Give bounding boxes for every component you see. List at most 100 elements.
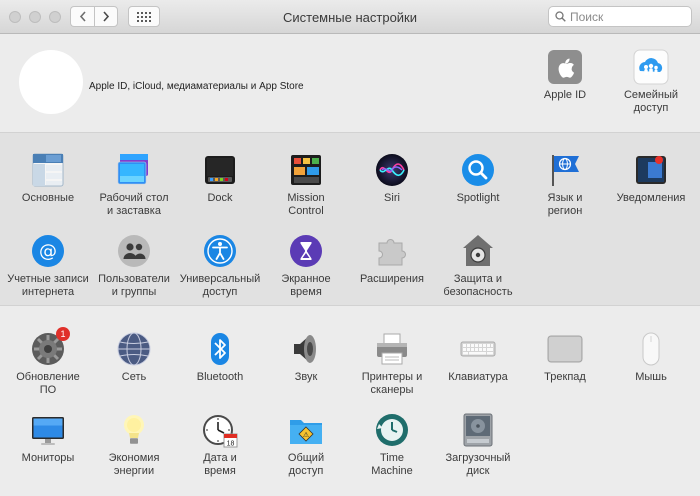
- pane-security-privacy[interactable]: Защита и безопасность: [435, 233, 521, 299]
- language-region-icon: [547, 152, 583, 188]
- hardware-section: 1 Обновление ПО Сеть Bluetooth Звук Прин…: [0, 307, 700, 496]
- search-icon: [555, 11, 566, 22]
- pane-apple-id[interactable]: Apple ID: [522, 49, 608, 102]
- notifications-icon: [633, 152, 669, 188]
- grid-icon: [137, 11, 151, 22]
- pane-label: Трекпад: [544, 371, 586, 383]
- update-badge: 1: [56, 327, 70, 341]
- pane-energy-saver[interactable]: Экономия энергии: [91, 412, 177, 478]
- pane-mission-control[interactable]: Mission Control: [263, 152, 349, 218]
- extensions-icon: [374, 233, 410, 269]
- pane-mouse[interactable]: Мышь: [608, 331, 694, 384]
- pane-network[interactable]: Сеть: [91, 331, 177, 384]
- pane-label: Защита и безопасность: [443, 273, 513, 298]
- pane-software-update[interactable]: 1 Обновление ПО: [5, 327, 91, 397]
- pane-keyboard[interactable]: Клавиатура: [435, 331, 521, 384]
- pane-label: Общий доступ: [287, 452, 325, 477]
- zoom-window-button[interactable]: [49, 11, 61, 23]
- pane-general[interactable]: Основные: [5, 152, 91, 205]
- bluetooth-icon: [202, 331, 238, 367]
- pane-extensions[interactable]: Расширения: [349, 233, 435, 286]
- energy-saver-icon: [116, 412, 152, 448]
- pane-label: Загрузочный диск: [445, 452, 511, 477]
- pane-siri[interactable]: Siri: [349, 152, 435, 205]
- pane-label: Уведомления: [616, 192, 686, 204]
- accessibility-icon: [202, 233, 238, 269]
- startup-disk-icon: [460, 412, 496, 448]
- pane-notifications[interactable]: Уведомления: [608, 152, 694, 205]
- avatar[interactable]: [19, 50, 83, 114]
- show-all-button[interactable]: [128, 6, 160, 27]
- chevron-right-icon: [103, 11, 110, 22]
- pane-label: Apple ID: [543, 89, 587, 101]
- general-icon: [30, 152, 66, 188]
- forward-button[interactable]: [94, 6, 118, 27]
- pane-label: Spotlight: [456, 192, 500, 204]
- pane-label: Язык и регион: [547, 192, 583, 217]
- security-privacy-icon: [460, 233, 496, 269]
- keyboard-icon: [460, 331, 496, 367]
- pane-label: Дата и время: [203, 452, 237, 477]
- family-sharing-icon: [633, 49, 669, 85]
- pane-screen-time[interactable]: Экранное время: [263, 233, 349, 299]
- pane-label: Клавиатура: [448, 371, 508, 383]
- personal-section: Основные Рабочий стол и заставка Dock Mi…: [0, 132, 700, 306]
- close-window-button[interactable]: [9, 11, 21, 23]
- svg-text:⚠: ⚠: [303, 431, 310, 439]
- sound-icon: [288, 331, 324, 367]
- pane-label: Экранное время: [281, 273, 331, 298]
- back-button[interactable]: [70, 6, 94, 27]
- pane-time-machine[interactable]: Time Machine: [349, 412, 435, 478]
- pane-users-groups[interactable]: Пользователи и группы: [91, 233, 177, 299]
- displays-icon: [30, 412, 66, 448]
- dock-icon: [202, 152, 238, 188]
- pane-trackpad[interactable]: Трекпад: [522, 331, 608, 384]
- pane-label: Мышь: [635, 371, 667, 383]
- pane-label: Siri: [384, 192, 400, 204]
- pane-bluetooth[interactable]: Bluetooth: [177, 331, 263, 384]
- pane-language-region[interactable]: Язык и регион: [522, 152, 608, 218]
- trackpad-icon: [547, 331, 583, 367]
- chevron-left-icon: [79, 11, 86, 22]
- pane-sound[interactable]: Звук: [263, 331, 349, 384]
- pane-label: Учетные записи интернета: [7, 273, 89, 298]
- pane-startup-disk[interactable]: Загрузочный диск: [435, 412, 521, 478]
- minimize-window-button[interactable]: [29, 11, 41, 23]
- pane-label: Bluetooth: [196, 371, 244, 383]
- pane-internet-accounts[interactable]: @ Учетные записи интернета: [5, 233, 91, 299]
- search-input[interactable]: [570, 9, 680, 24]
- pane-label: Звук: [294, 371, 318, 383]
- siri-icon: [374, 152, 410, 188]
- window-title: Системные настройки: [282, 10, 418, 25]
- search-field[interactable]: [548, 6, 692, 27]
- desktop-screensaver-icon: [116, 152, 152, 188]
- pane-desktop-screensaver[interactable]: Рабочий стол и заставка: [91, 152, 177, 218]
- pane-displays[interactable]: Мониторы: [5, 412, 91, 465]
- pane-label: Экономия энергии: [108, 452, 160, 477]
- pane-label: Сеть: [121, 371, 147, 383]
- pane-date-time[interactable]: 18 Дата и время: [177, 412, 263, 478]
- apple-id-description[interactable]: Apple ID, iCloud, медиаматериалы и App S…: [89, 81, 304, 92]
- pane-label: Mission Control: [287, 192, 325, 217]
- pane-sharing[interactable]: ⚠ Общий доступ: [263, 412, 349, 478]
- spotlight-icon: [460, 152, 496, 188]
- svg-text:@: @: [39, 241, 57, 262]
- pane-family-sharing[interactable]: Семейный доступ: [608, 49, 694, 115]
- pane-label: Семейный доступ: [623, 89, 678, 114]
- pane-spotlight[interactable]: Spotlight: [435, 152, 521, 205]
- pane-dock[interactable]: Dock: [177, 152, 263, 205]
- mouse-icon: [633, 331, 669, 367]
- pane-label: Универсальный доступ: [179, 273, 261, 298]
- pane-printers-scanners[interactable]: Принтеры и сканеры: [349, 331, 435, 397]
- apple-id-icon: [547, 49, 583, 85]
- pane-label: Dock: [207, 192, 233, 204]
- sharing-icon: ⚠: [288, 412, 324, 448]
- printers-scanners-icon: [374, 331, 410, 367]
- pane-accessibility[interactable]: Универсальный доступ: [177, 233, 263, 299]
- navigation-buttons: [70, 6, 118, 27]
- users-groups-icon: [116, 233, 152, 269]
- pane-label: Расширения: [360, 273, 424, 285]
- pane-label: Time Machine: [371, 452, 413, 477]
- pane-label: Мониторы: [21, 452, 75, 464]
- network-icon: [116, 331, 152, 367]
